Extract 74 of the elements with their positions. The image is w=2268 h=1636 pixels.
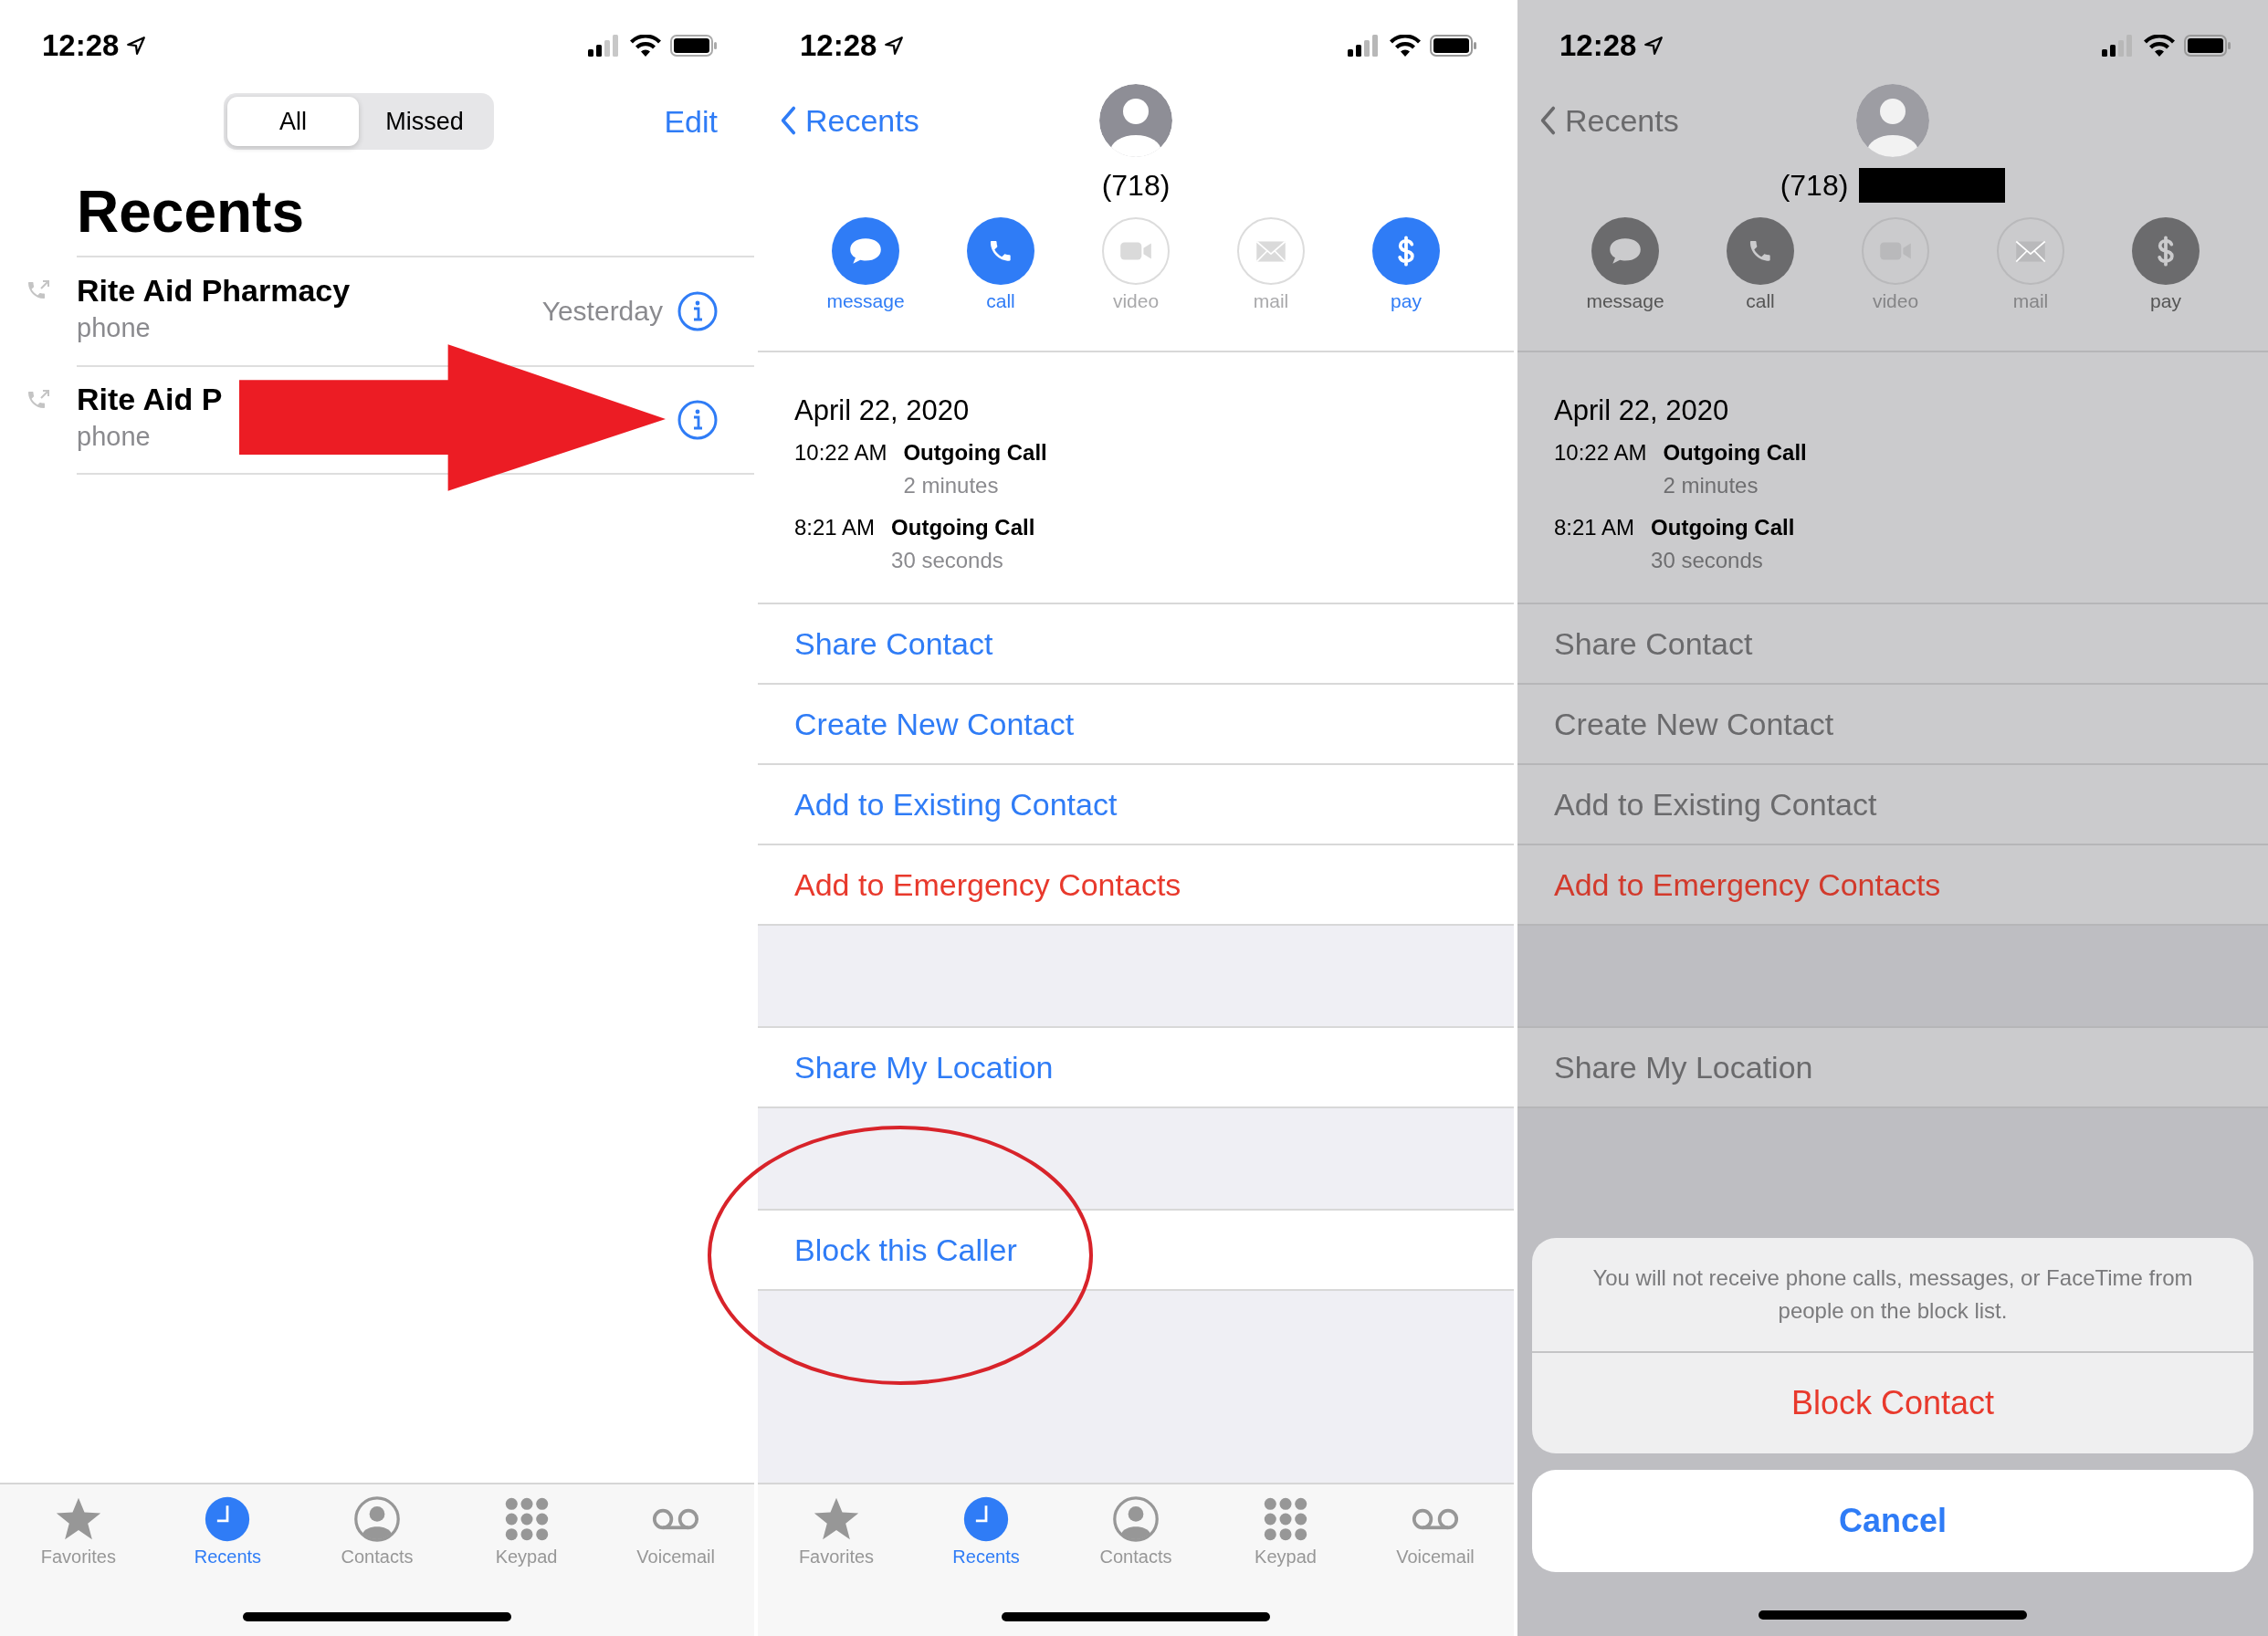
battery-icon bbox=[2184, 35, 2231, 57]
call-time: 8:21 AM bbox=[1554, 515, 1635, 541]
wifi-icon bbox=[630, 35, 661, 57]
phone-number: (718) bbox=[1101, 168, 1171, 203]
status-time: 12:28 bbox=[800, 28, 877, 63]
person-icon bbox=[353, 1495, 401, 1543]
contact-action-button[interactable]: call bbox=[933, 217, 1068, 312]
status-time: 12:28 bbox=[42, 28, 120, 63]
call-duration: 2 minutes bbox=[1663, 473, 1759, 498]
call-time: 8:21 AM bbox=[794, 515, 876, 541]
clock-icon bbox=[204, 1495, 252, 1543]
outgoing-call-icon bbox=[26, 279, 51, 301]
tab-item[interactable]: Favorites bbox=[4, 1495, 153, 1568]
contact-action-button[interactable]: message bbox=[798, 217, 933, 312]
segment-tab[interactable]: Missed bbox=[359, 97, 490, 146]
call-type: Outgoing Call bbox=[903, 440, 1047, 466]
location-arrow-icon bbox=[884, 36, 905, 56]
call-duration: 30 seconds bbox=[891, 548, 1004, 573]
call-type: phone bbox=[77, 421, 152, 453]
tab-item[interactable]: Keypad bbox=[451, 1495, 602, 1568]
action-sheet-message: You will not receive phone calls, messages, or FaceTime from people on the block list. bbox=[1532, 1238, 2253, 1353]
keypad-icon bbox=[1262, 1495, 1309, 1543]
contact-name: Rite Aid Pharmacy bbox=[77, 272, 352, 309]
call-type: Outgoing Call bbox=[1663, 440, 1807, 466]
call-time: 10:22 AM bbox=[1554, 440, 1647, 467]
tab-item[interactable]: Keypad bbox=[1211, 1495, 1360, 1568]
call-duration: 2 minutes bbox=[903, 473, 1000, 498]
battery-icon bbox=[1430, 35, 1477, 57]
phone-number: (718) bbox=[1780, 168, 1849, 203]
back-button[interactable]: Recents bbox=[1517, 102, 1679, 139]
signal-icon bbox=[1348, 35, 1381, 57]
tab-item[interactable]: Contacts bbox=[302, 1495, 452, 1568]
contact-name: Rite Aid P bbox=[77, 381, 224, 418]
tab-item[interactable]: Favorites bbox=[761, 1495, 911, 1568]
tab-item[interactable]: Contacts bbox=[1061, 1495, 1211, 1568]
contact-action-button[interactable]: call bbox=[1693, 217, 1828, 312]
block-contact-button[interactable]: Block Contact bbox=[1532, 1353, 2253, 1453]
info-icon[interactable] bbox=[677, 400, 718, 440]
outgoing-call-icon bbox=[26, 389, 51, 411]
wifi-icon bbox=[2144, 35, 2175, 57]
clock-icon bbox=[962, 1495, 1010, 1543]
back-chevron-icon bbox=[1539, 105, 1556, 136]
call-date: April 22, 2020 bbox=[794, 394, 971, 427]
wifi-icon bbox=[1390, 35, 1421, 57]
call-date: Yesterday bbox=[541, 296, 663, 327]
edit-button[interactable]: Edit bbox=[664, 103, 718, 140]
call-date: April 22, 2020 bbox=[1554, 394, 1730, 427]
page-title: Recents bbox=[77, 178, 305, 246]
segment-tab[interactable]: All bbox=[227, 97, 359, 146]
tab-item[interactable]: Recents bbox=[911, 1495, 1061, 1568]
location-arrow-icon bbox=[126, 36, 147, 56]
tab-item[interactable]: Voicemail bbox=[1360, 1495, 1510, 1568]
status-time: 12:28 bbox=[1559, 28, 1637, 63]
tab-item[interactable]: Voicemail bbox=[601, 1495, 751, 1568]
call-type: phone bbox=[77, 312, 152, 344]
contact-action-button[interactable]: message bbox=[1558, 217, 1693, 312]
tab-item[interactable]: Recents bbox=[152, 1495, 303, 1568]
battery-icon bbox=[670, 35, 718, 57]
back-button[interactable]: Recents bbox=[758, 102, 919, 139]
person-icon bbox=[1112, 1495, 1160, 1543]
call-duration: 30 seconds bbox=[1651, 548, 1764, 573]
cancel-button[interactable]: Cancel bbox=[1532, 1470, 2253, 1572]
contact-action-button[interactable]: pay bbox=[1339, 217, 1474, 312]
signal-icon bbox=[2102, 35, 2135, 57]
call-type: Outgoing Call bbox=[1651, 515, 1795, 540]
call-type: Outgoing Call bbox=[891, 515, 1035, 540]
back-chevron-icon bbox=[780, 105, 796, 136]
signal-icon bbox=[588, 35, 621, 57]
contact-action-button[interactable]: pay bbox=[2098, 217, 2233, 312]
avatar-icon bbox=[1099, 84, 1172, 157]
info-icon[interactable] bbox=[677, 291, 718, 331]
avatar-icon bbox=[1856, 84, 1929, 157]
call-time: 10:22 AM bbox=[794, 440, 887, 467]
location-arrow-icon bbox=[1643, 36, 1664, 56]
